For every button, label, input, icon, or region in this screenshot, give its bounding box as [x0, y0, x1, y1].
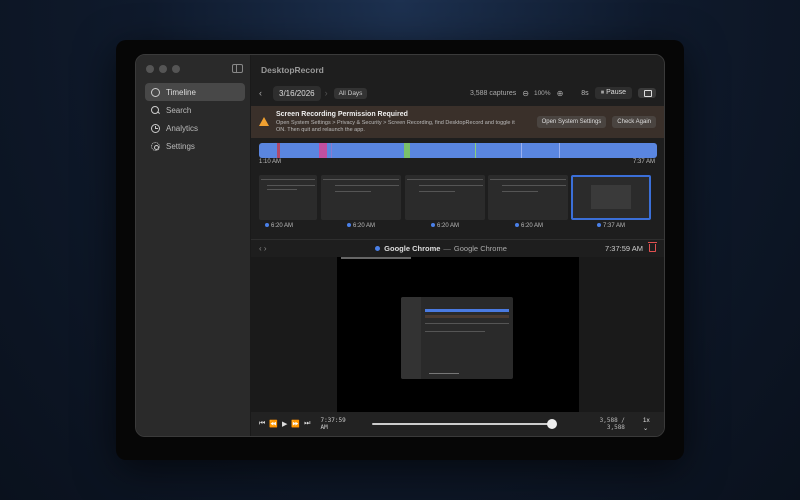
thumbnail-time: 7:37 AM [597, 223, 625, 229]
playback-scrubber[interactable] [371, 419, 558, 429]
sidebar-toggle-icon[interactable] [232, 64, 243, 73]
status-dot-icon [265, 223, 269, 228]
timeline-segment [559, 143, 560, 158]
thumbnail-strip: 6:20 AM 6:20 AM 6:20 AM 6:20 AM 7:37 AM [259, 175, 659, 235]
sidebar-item-label: Analytics [166, 123, 199, 133]
all-days-button[interactable]: All Days [333, 87, 368, 99]
playback-speed-select[interactable]: 1x ⌄ [643, 417, 656, 432]
captures-count: 3,588 captures [469, 89, 517, 97]
timeline-segment [331, 143, 332, 158]
capture-thumbnail-selected[interactable] [571, 175, 651, 220]
nested-screenshot [401, 297, 513, 379]
capture-thumbnail[interactable] [259, 175, 317, 220]
window-name: Google Chrome [453, 243, 507, 253]
next-day-chevron-icon[interactable]: › [325, 88, 328, 98]
timeline-end-label: 7:37 AM [632, 159, 655, 165]
capture-preview[interactable] [337, 257, 579, 413]
minimize-window-button[interactable] [159, 65, 167, 73]
sidebar-item-label: Timeline [166, 87, 196, 97]
timeline-segment [277, 143, 280, 158]
sidebar-item-timeline[interactable]: Timeline [145, 83, 245, 101]
thumbnail-time: 6:20 AM [515, 223, 543, 229]
close-window-button[interactable] [146, 65, 154, 73]
sidebar: Timeline Search Analytics Settings [136, 55, 251, 436]
status-dot-icon [515, 223, 519, 228]
permission-banner: Screen Recording Permission Required Ope… [251, 106, 664, 138]
app-dot-icon [375, 246, 381, 252]
analytics-icon [151, 123, 160, 133]
capture-thumbnail[interactable] [321, 175, 401, 220]
timeline-bar[interactable] [259, 143, 657, 158]
pause-label: Pause [606, 89, 626, 96]
timeline-segment [319, 143, 327, 158]
app-window: Timeline Search Analytics Settings Deskt… [135, 54, 665, 437]
main-panel: DesktopRecord ‹ 3/16/2026 › All Days 3,5… [251, 55, 664, 436]
open-system-settings-button[interactable]: Open System Settings [536, 116, 607, 128]
pause-button[interactable]: ⏸ Pause [594, 87, 632, 99]
thumbnail-time: 6:20 AM [431, 223, 459, 229]
app-name: Google Chrome [384, 243, 441, 253]
sidebar-item-label: Search [166, 105, 192, 115]
timeline-segment [521, 143, 522, 158]
scrubber-handle[interactable] [547, 419, 558, 429]
window-controls [146, 65, 180, 73]
capture-thumbnail[interactable] [405, 175, 485, 220]
status-dot-icon [597, 223, 601, 228]
trash-icon[interactable] [648, 242, 657, 252]
rewind-icon[interactable]: ⏪ [269, 420, 278, 428]
playback-controls: ⏮ ⏪ ▶ ⏩ ⏭ 7:37:59 AM 3,588 / 3,588 1x ⌄ [251, 412, 664, 436]
playback-time: 7:37:59 AM [320, 417, 346, 431]
date-picker[interactable]: 3/16/2026 [273, 85, 321, 101]
status-dot-icon [431, 223, 435, 228]
thumbnail-time: 6:20 AM [265, 223, 293, 229]
capture-detail-header: ‹ › Google Chrome — Google Chrome 7:37:59 … [251, 239, 664, 256]
skip-end-icon[interactable]: ⏭ [304, 420, 310, 428]
zoom-level: 100% [533, 89, 551, 97]
zoom-in-icon[interactable]: ⊕ [557, 89, 564, 98]
camera-icon[interactable] [638, 88, 656, 98]
timeline-start-label: 1:10 AM [259, 159, 282, 165]
capture-time: 7:37:59 AM [605, 243, 643, 253]
zoom-window-button[interactable] [172, 65, 180, 73]
sidebar-item-label: Settings [166, 141, 195, 151]
skip-start-icon[interactable]: ⏮ [259, 420, 265, 428]
detail-nav-chevrons-icon[interactable]: ‹ › [259, 244, 277, 253]
search-icon [151, 105, 160, 115]
timeline-segment [404, 143, 410, 158]
banner-body: Open System Settings > Privacy & Securit… [276, 120, 515, 134]
fast-forward-icon[interactable]: ⏩ [291, 420, 300, 428]
sidebar-item-search[interactable]: Search [145, 101, 245, 119]
prev-day-chevron-icon[interactable]: ‹ [259, 88, 269, 98]
window-title: DesktopRecord [261, 65, 324, 75]
warning-icon [259, 117, 269, 126]
sidebar-nav: Timeline Search Analytics Settings [145, 83, 245, 155]
zoom-out-icon[interactable]: ⊖ [522, 89, 529, 98]
sidebar-item-settings[interactable]: Settings [145, 137, 245, 155]
capture-thumbnail[interactable] [488, 175, 568, 220]
capture-interval[interactable]: 8s [581, 90, 588, 97]
timeline-icon [151, 87, 160, 97]
thumbnail-time: 6:20 AM [347, 223, 375, 229]
settings-icon [151, 141, 160, 151]
check-again-button[interactable]: Check Again [612, 116, 656, 128]
sidebar-item-analytics[interactable]: Analytics [145, 119, 245, 137]
preview-area [251, 257, 664, 413]
frame-count: 3,588 / 3,588 [599, 416, 625, 431]
toolbar: ‹ 3/16/2026 › All Days 3,588 captures ⊖ … [251, 82, 664, 104]
play-icon[interactable]: ▶ [282, 420, 287, 428]
timeline-segment [475, 143, 476, 158]
banner-title: Screen Recording Permission Required [276, 111, 408, 118]
status-dot-icon [347, 223, 351, 228]
